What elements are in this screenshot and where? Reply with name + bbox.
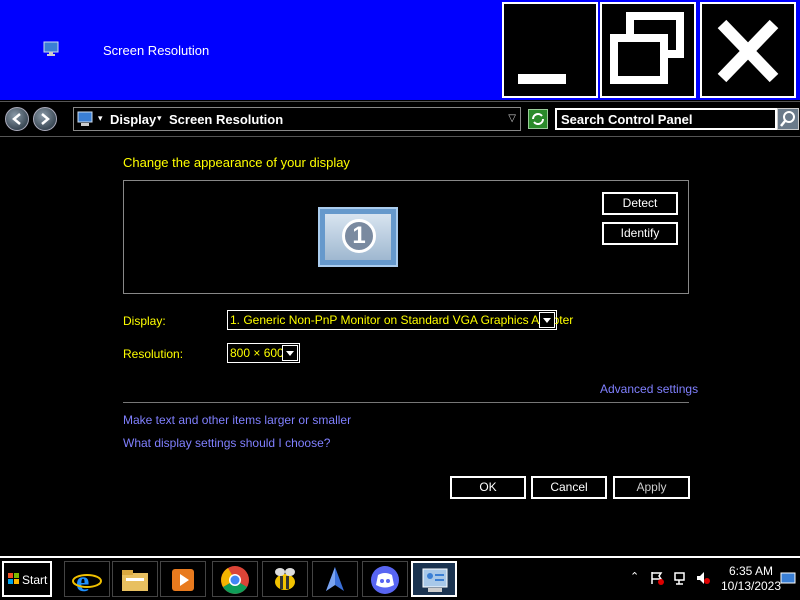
taskbar-blue-app[interactable] — [312, 561, 358, 597]
taskbar-bee-app[interactable] — [262, 561, 308, 597]
display-help-link[interactable]: What display settings should I choose? — [123, 436, 330, 450]
search-box[interactable] — [555, 108, 777, 130]
system-clock[interactable]: 6:35 AM 10/13/2023 — [712, 564, 790, 594]
breadcrumb-screen-resolution[interactable]: Screen Resolution — [169, 112, 283, 127]
taskbar-media-player[interactable] — [160, 561, 206, 597]
clock-time: 6:35 AM — [728, 564, 774, 578]
apply-button[interactable]: Apply — [613, 476, 690, 499]
bee-app-icon — [275, 568, 295, 590]
breadcrumb-chevron-icon[interactable]: ▾ — [157, 113, 162, 124]
back-arrow-icon — [12, 113, 21, 125]
forward-button[interactable] — [33, 107, 57, 131]
title-bar: Screen Resolution — [0, 0, 800, 100]
refresh-icon — [532, 113, 544, 125]
identify-button[interactable]: Identify — [602, 222, 678, 245]
close-icon — [717, 19, 779, 83]
divider — [123, 402, 689, 403]
close-button[interactable] — [700, 2, 796, 98]
taskbar-file-explorer[interactable] — [112, 561, 158, 597]
advanced-settings-link[interactable]: Advanced settings — [600, 382, 698, 396]
breadcrumb-display[interactable]: Display — [110, 112, 156, 127]
chrome-icon — [221, 566, 249, 594]
taskbar: Start e ⌃ 6:35 AM 10/13/2023 — [0, 556, 800, 600]
breadcrumb-chevron-icon[interactable]: ▾ — [98, 113, 103, 124]
taskbar-chrome[interactable] — [212, 561, 258, 597]
breadcrumb[interactable]: ▾ Display ▾ Screen Resolution ▽ — [73, 107, 521, 131]
show-desktop-icon[interactable] — [780, 572, 796, 586]
control-panel-icon — [422, 568, 448, 592]
restore-button[interactable] — [600, 2, 696, 98]
start-button[interactable]: Start — [2, 561, 52, 597]
start-label: Start — [22, 573, 48, 587]
media-player-icon — [172, 569, 194, 591]
search-icon — [780, 111, 795, 127]
display-select[interactable]: 1. Generic Non-PnP Monitor on Standard V… — [227, 310, 573, 330]
windows-logo-icon — [8, 573, 19, 584]
volume-muted-icon[interactable] — [696, 571, 710, 585]
back-button[interactable] — [5, 107, 29, 131]
file-explorer-icon — [122, 570, 148, 591]
monitor-screen: 1 — [325, 214, 391, 260]
display-label: Display: — [123, 314, 166, 328]
svg-text:e: e — [76, 565, 89, 595]
display-settings-icon — [43, 41, 59, 56]
text-size-link[interactable]: Make text and other items larger or smal… — [123, 413, 351, 427]
clock-date: 10/13/2023 — [720, 579, 782, 593]
cancel-button[interactable]: Cancel — [531, 476, 607, 499]
network-icon[interactable] — [674, 571, 688, 585]
refresh-button[interactable] — [528, 109, 548, 129]
taskbar-discord[interactable] — [362, 561, 408, 597]
forward-arrow-icon — [41, 113, 50, 125]
search-button[interactable] — [777, 108, 799, 130]
window-title: Screen Resolution — [103, 43, 210, 58]
page-heading: Change the appearance of your display — [123, 155, 350, 170]
action-center-flag-icon[interactable] — [650, 571, 664, 585]
detect-button[interactable]: Detect — [602, 192, 678, 215]
taskbar-control-panel[interactable] — [411, 561, 457, 597]
display-select-value: 1. Generic Non-PnP Monitor on Standard V… — [230, 313, 574, 327]
restore-icon — [610, 12, 684, 84]
dropdown-arrow-icon[interactable] — [282, 345, 298, 361]
resolution-label: Resolution: — [123, 347, 184, 361]
taskbar-internet-explorer[interactable]: e — [64, 561, 110, 597]
monitor-number: 1 — [342, 219, 376, 253]
minimize-icon — [518, 74, 566, 84]
resolution-select[interactable]: 800 × 600 — [227, 343, 300, 363]
ok-button[interactable]: OK — [450, 476, 526, 499]
address-bar: ▾ Display ▾ Screen Resolution ▽ — [0, 101, 800, 137]
internet-explorer-icon: e — [72, 565, 102, 595]
minimize-button[interactable] — [502, 2, 598, 98]
dropdown-arrow-icon[interactable] — [539, 312, 555, 328]
show-hidden-icons-icon[interactable]: ⌃ — [630, 570, 639, 583]
monitor-panel: 1 Detect Identify — [123, 180, 689, 294]
display-settings-icon — [77, 111, 93, 126]
blue-app-icon — [326, 567, 344, 591]
monitor-1-thumbnail[interactable]: 1 — [318, 207, 398, 267]
search-input[interactable] — [561, 111, 761, 127]
address-dropdown-icon[interactable]: ▽ — [508, 113, 516, 124]
discord-icon — [371, 566, 399, 594]
resolution-select-value: 800 × 600 — [230, 346, 284, 360]
